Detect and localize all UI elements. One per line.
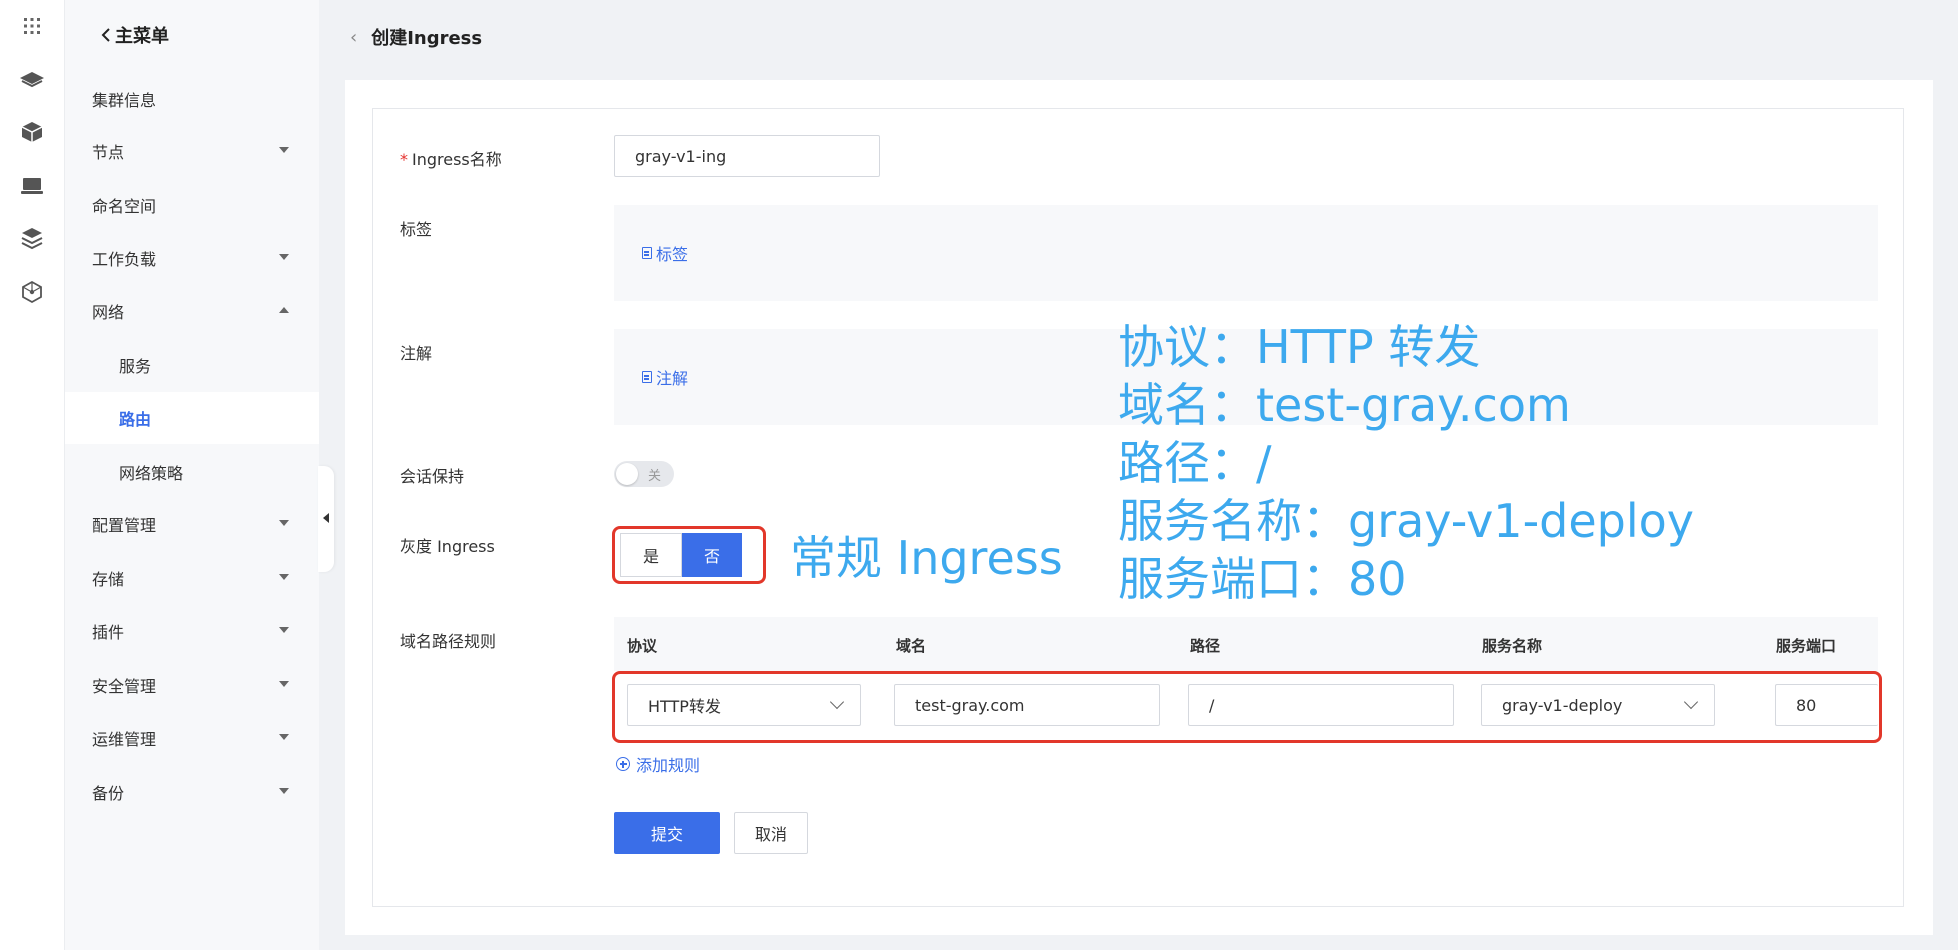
add-file-icon: [642, 247, 652, 259]
stack-icon[interactable]: [18, 224, 46, 252]
sidebar: 主菜单 集群信息 节点 命名空间 工作负载 网络 服务 路由 网络策略 配置管理…: [65, 0, 319, 950]
gray-ingress-label: 灰度 Ingress: [400, 537, 495, 556]
col-protocol: 协议: [627, 637, 658, 655]
back-to-main-menu[interactable]: 主菜单: [101, 22, 169, 48]
page-header: ‹ 创建Ingress: [350, 24, 482, 50]
sidebar-item-nodes[interactable]: 节点: [65, 125, 319, 177]
cube-icon[interactable]: [18, 118, 46, 146]
add-label-link[interactable]: 标签: [642, 241, 688, 265]
highlight-box-gray: [612, 526, 766, 584]
annotation-line: 服务端口：80: [1118, 552, 1407, 606]
col-service-port: 服务端口: [1776, 637, 1837, 655]
highlight-box-rule: [612, 671, 1882, 743]
annotation-gray-note: 常规 Ingress: [790, 531, 1063, 585]
network-cube-icon[interactable]: [18, 278, 46, 306]
labels-label: 标签: [400, 220, 433, 239]
sidebar-item-namespaces[interactable]: 命名空间: [65, 179, 319, 231]
caret-up-icon: [279, 307, 289, 313]
plus-circle-icon: [616, 757, 630, 771]
col-domain: 域名: [896, 637, 927, 655]
caret-left-icon: [323, 513, 329, 523]
layers-icon[interactable]: [18, 66, 46, 94]
annotation-line: 协议：HTTP 转发: [1118, 320, 1481, 374]
labels-box: 标签: [614, 205, 1878, 301]
caret-down-icon: [279, 254, 289, 260]
toggle-state-text: 关: [648, 469, 662, 484]
caret-down-icon: [279, 147, 289, 153]
caret-down-icon: [279, 681, 289, 687]
annotation-line: 域名：test-gray.com: [1118, 378, 1571, 432]
sidebar-item-ops[interactable]: 运维管理: [65, 712, 319, 764]
caret-down-icon: [279, 520, 289, 526]
required-asterisk: *: [400, 150, 408, 169]
annotations-label: 注解: [400, 344, 433, 363]
sidebar-item-security[interactable]: 安全管理: [65, 659, 319, 711]
caret-down-icon: [279, 734, 289, 740]
sidebar-item-backup[interactable]: 备份: [65, 766, 319, 818]
back-label: 主菜单: [115, 26, 169, 47]
sidebar-item-cluster-info[interactable]: 集群信息: [65, 73, 319, 125]
annotation-rule-notes: 协议：HTTP 转发 域名：test-gray.com 路径：/ 服务名称：gr…: [1118, 318, 1694, 608]
sidebar-item-network[interactable]: 网络: [65, 285, 319, 337]
caret-down-icon: [279, 574, 289, 580]
add-file-icon: [642, 371, 652, 383]
sidebar-item-workloads[interactable]: 工作负载: [65, 232, 319, 284]
sidebar-item-routes[interactable]: 路由: [65, 392, 319, 444]
back-chevron-icon[interactable]: ‹: [350, 27, 357, 48]
caret-down-icon: [279, 627, 289, 633]
session-affinity-label: 会话保持: [400, 467, 465, 486]
sidebar-collapse-handle[interactable]: [318, 466, 334, 572]
sidebar-item-config[interactable]: 配置管理: [65, 498, 319, 550]
apps-grid-icon[interactable]: [18, 12, 46, 40]
add-rule-link[interactable]: 添加规则: [616, 752, 700, 776]
col-path: 路径: [1190, 637, 1221, 655]
chevron-left-icon: [101, 28, 110, 42]
sidebar-item-network-policy[interactable]: 网络策略: [65, 446, 319, 498]
session-affinity-toggle[interactable]: 关: [614, 461, 674, 487]
ingress-name-label: * Ingress名称: [400, 150, 502, 169]
caret-down-icon: [279, 788, 289, 794]
annotation-line: 服务名称：gray-v1-deploy: [1118, 494, 1695, 548]
page-title: 创建Ingress: [371, 28, 483, 49]
laptop-icon[interactable]: [18, 172, 46, 200]
ingress-name-input[interactable]: gray-v1-ing: [614, 135, 880, 177]
add-annotation-link[interactable]: 注解: [642, 365, 688, 389]
sidebar-item-services[interactable]: 服务: [65, 339, 319, 391]
rules-label: 域名路径规则: [400, 632, 497, 651]
toggle-knob: [616, 463, 638, 485]
annotation-line: 路径：/: [1118, 436, 1272, 490]
submit-button[interactable]: 提交: [614, 812, 720, 854]
rules-table-header: 协议 域名 路径 服务名称 服务端口: [614, 617, 1878, 671]
sidebar-item-storage[interactable]: 存储: [65, 552, 319, 604]
col-service-name: 服务名称: [1482, 637, 1543, 655]
sidebar-item-plugins[interactable]: 插件: [65, 605, 319, 657]
icon-rail: [0, 0, 65, 950]
cancel-button[interactable]: 取消: [734, 812, 808, 854]
